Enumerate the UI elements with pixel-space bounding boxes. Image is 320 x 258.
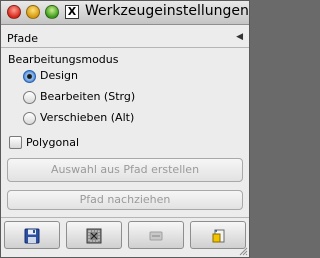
x11-icon: X [65, 5, 79, 19]
tool-options-toolbar [4, 221, 248, 251]
close-button[interactable] [7, 5, 21, 19]
save-icon [24, 228, 40, 244]
polygonal-checkbox[interactable] [9, 136, 22, 149]
delete-options-button[interactable] [128, 221, 184, 249]
restore-icon [86, 228, 102, 244]
window-title: Werkzeugeinstellungen [85, 3, 249, 19]
reset-icon [212, 229, 225, 243]
minimize-button[interactable] [26, 5, 40, 19]
radio-button-checked[interactable] [23, 70, 36, 83]
reset-options-button[interactable] [190, 221, 246, 249]
zoom-button[interactable] [45, 5, 59, 19]
tool-options-window: X Werkzeugeinstellungen Pfade ◀ Bearbeit… [0, 0, 250, 258]
title-bar[interactable]: X Werkzeugeinstellungen [1, 1, 249, 25]
radio-label: Bearbeiten (Strg) [40, 90, 136, 103]
panel-menu-arrow-icon[interactable]: ◀ [236, 32, 243, 42]
radio-button[interactable] [23, 112, 36, 125]
radio-label: Design [40, 69, 78, 82]
resize-grip-icon[interactable] [238, 246, 248, 256]
restore-options-button[interactable] [66, 221, 122, 249]
save-options-button[interactable] [4, 221, 60, 249]
delete-icon [149, 231, 163, 241]
polygonal-label: Polygonal [26, 136, 80, 149]
selection-from-path-button[interactable]: Auswahl aus Pfad erstellen [7, 158, 243, 182]
stroke-path-button[interactable]: Pfad nachziehen [7, 190, 243, 210]
panel-header: Pfade ◀ [1, 29, 249, 47]
panel-title: Pfade [7, 32, 38, 45]
divider [1, 217, 249, 218]
divider [1, 47, 249, 48]
radio-button[interactable] [23, 91, 36, 104]
radio-label: Verschieben (Alt) [40, 111, 135, 124]
mode-section-title: Bearbeitungsmodus [8, 53, 119, 66]
